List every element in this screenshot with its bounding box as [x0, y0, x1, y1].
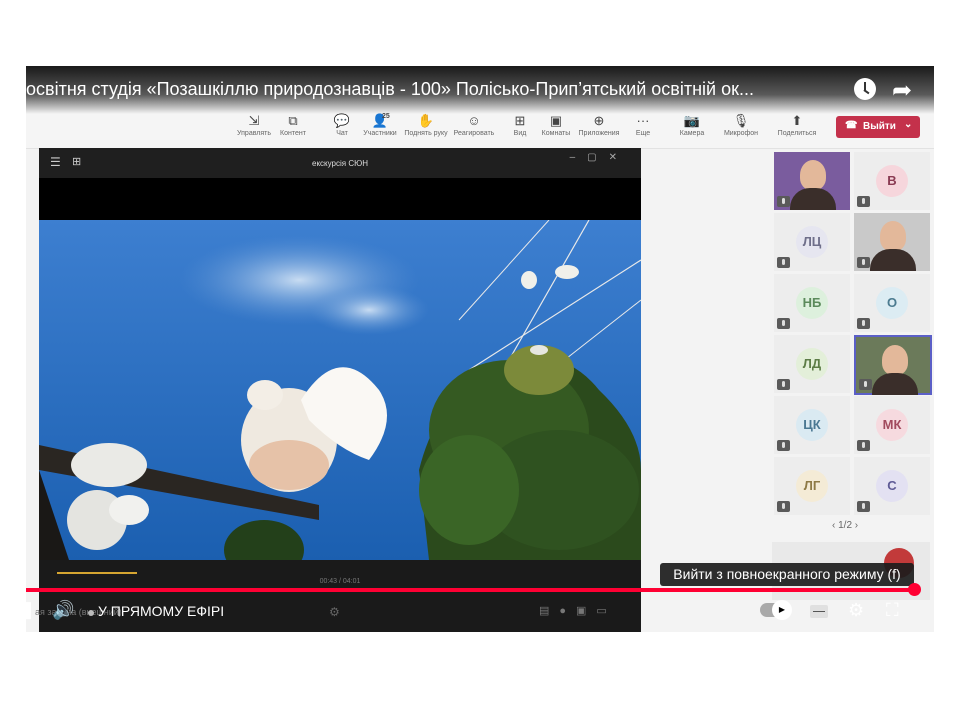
avatar-initials: ЛЦ [796, 226, 828, 258]
window-controls[interactable]: –▢✕ [570, 152, 629, 163]
gallery-pager[interactable]: ‹ 1/2 › [832, 520, 858, 531]
share-arrow-icon[interactable]: ➦ [892, 76, 912, 105]
avatar-initials: С [876, 470, 908, 502]
toolbar-raise-hand-button[interactable]: ✋ Поднять руку [404, 112, 447, 137]
participant-body [790, 188, 836, 210]
exit-fullscreen-icon[interactable]: ⛶ [886, 600, 899, 621]
participant-tile[interactable]: ЛЦ [774, 213, 850, 271]
participant-count: 25 [382, 113, 390, 120]
toolbar-participants-button[interactable]: 👤 25 Участники [360, 112, 400, 137]
mic-muted-icon [777, 501, 790, 512]
participant-tile[interactable]: С [854, 457, 930, 515]
avatar-initials: МК [876, 409, 908, 441]
mic-muted-icon [777, 440, 790, 451]
avatar-initials: ЛГ [796, 470, 828, 502]
toolbar-label: Поделиться [777, 130, 817, 137]
gear-icon[interactable]: ⚙ [848, 600, 864, 621]
view-icon: ⊞ [514, 113, 526, 128]
raise-hand-icon: ✋ [417, 113, 435, 128]
embedded-time: 00:43 / 04:01 [319, 578, 361, 585]
dove-video-frame [39, 220, 641, 560]
avatar-initials: В [876, 165, 908, 197]
participant-tile[interactable]: ЛГ [774, 457, 850, 515]
leave-label: Выйти [863, 121, 896, 132]
participant-tile[interactable] [774, 152, 850, 210]
shared-window-title: екскурсія СЮН [312, 159, 368, 168]
participant-tile[interactable] [854, 335, 932, 395]
leave-button[interactable]: ☎ Выйти ⌄ [836, 116, 920, 138]
participants-icon: 👤 [371, 113, 389, 128]
mic-muted-icon [857, 257, 870, 268]
participant-tile[interactable]: В [854, 152, 930, 210]
apps-icon: ⊕ [593, 113, 605, 128]
mic-muted-icon [857, 318, 870, 329]
mic-muted-icon [857, 501, 870, 512]
manage-icon: ⇲ [248, 113, 260, 128]
clock-icon[interactable] [854, 78, 876, 100]
video-letterbox-top [39, 178, 641, 220]
exit-fullscreen-tooltip: Вийти з повноекранного режиму (f) [660, 563, 914, 586]
mic-icon: 🎙 [732, 113, 750, 128]
progress-scrubber[interactable] [908, 583, 921, 596]
avatar-initials: ЦК [796, 409, 828, 441]
youtube-title-bar: освітня студія «Позашкіллю природознавці… [26, 66, 934, 114]
toolbar-content-button[interactable]: ⧉ Контент [273, 112, 313, 137]
youtube-controls: ▌ 🔊 У ПРЯМОМУ ЕФІРІ ▶ ⚙ ⛶ [26, 596, 934, 632]
video-title[interactable]: освітня студія «Позашкіллю природознавці… [26, 79, 754, 100]
participant-body [872, 373, 918, 395]
play-icon: ▶ [772, 600, 792, 620]
avatar-initials: О [876, 287, 908, 319]
avatar-initials: ЛД [796, 348, 828, 380]
mic-muted-icon [857, 196, 870, 207]
phone-hangup-icon: ☎ [845, 120, 858, 131]
toolbar-label: Микрофон [723, 130, 759, 137]
mic-muted-icon [777, 196, 790, 207]
youtube-progress-bar[interactable] [26, 588, 916, 592]
toolbar-mic-button[interactable]: 🎙 Микрофон [721, 112, 761, 137]
participant-video [800, 160, 826, 190]
participant-tile[interactable]: МК [854, 396, 930, 454]
next-icon[interactable]: ▌ [26, 602, 36, 618]
mic-muted-icon [777, 257, 790, 268]
shared-screen-window: ☰ ⊞ екскурсія СЮН –▢✕ 00:43 / 04:01 ая з… [35, 148, 641, 632]
share-icon: ⬆ [791, 113, 803, 128]
autoplay-toggle[interactable]: ▶ [760, 600, 792, 620]
participant-tile[interactable]: ЛД [774, 335, 850, 393]
content-icon: ⧉ [288, 113, 298, 128]
speaker-icon[interactable]: 🔊 [52, 600, 74, 621]
participant-tile[interactable]: ЦК [774, 396, 850, 454]
participant-body [870, 249, 916, 271]
chevron-down-icon[interactable]: ⌄ [904, 119, 912, 130]
participant-video [882, 345, 908, 375]
mic-muted-icon [777, 318, 790, 329]
shared-window-titlebar: ☰ ⊞ екскурсія СЮН –▢✕ [39, 148, 641, 178]
rooms-icon: ▣ [549, 113, 563, 128]
toolbar-camera-button[interactable]: 📷 Камера [672, 112, 712, 137]
participant-video [880, 221, 906, 251]
mic-muted-icon [777, 379, 790, 390]
participant-tile[interactable]: НБ [774, 274, 850, 332]
mic-muted-icon [857, 440, 870, 451]
toolbar-more-button[interactable]: ··· Еще [623, 112, 663, 137]
subtitles-icon[interactable] [810, 605, 828, 618]
toolbar-share-button[interactable]: ⬆ Поделиться [777, 112, 817, 137]
camera-icon: 📷 [683, 113, 701, 128]
mic-muted-icon [859, 379, 872, 390]
embedded-progress-bar [57, 572, 137, 574]
toolbar-react-button[interactable]: ☺ Реагировать [454, 112, 495, 137]
more-icon: ··· [636, 113, 650, 128]
live-dot [88, 610, 94, 616]
teams-toolbar: ⇲ Управлять ⧉ Контент 💬 Чат 👤 25 Участники ✋ Подня… [26, 110, 934, 149]
avatar-initials: НБ [796, 287, 828, 319]
participant-tile[interactable] [854, 213, 930, 271]
live-label[interactable]: У ПРЯМОМУ ЕФІРІ [98, 603, 224, 619]
pager-label: 1/2 [838, 520, 853, 531]
participant-tile[interactable]: О [854, 274, 930, 332]
react-icon: ☺ [467, 113, 481, 128]
chevron-right-icon[interactable]: › [852, 520, 858, 531]
chat-icon: 💬 [333, 113, 351, 128]
youtube-player[interactable]: ⇲ Управлять ⧉ Контент 💬 Чат 👤 25 Участники ✋ Подня… [26, 66, 934, 632]
